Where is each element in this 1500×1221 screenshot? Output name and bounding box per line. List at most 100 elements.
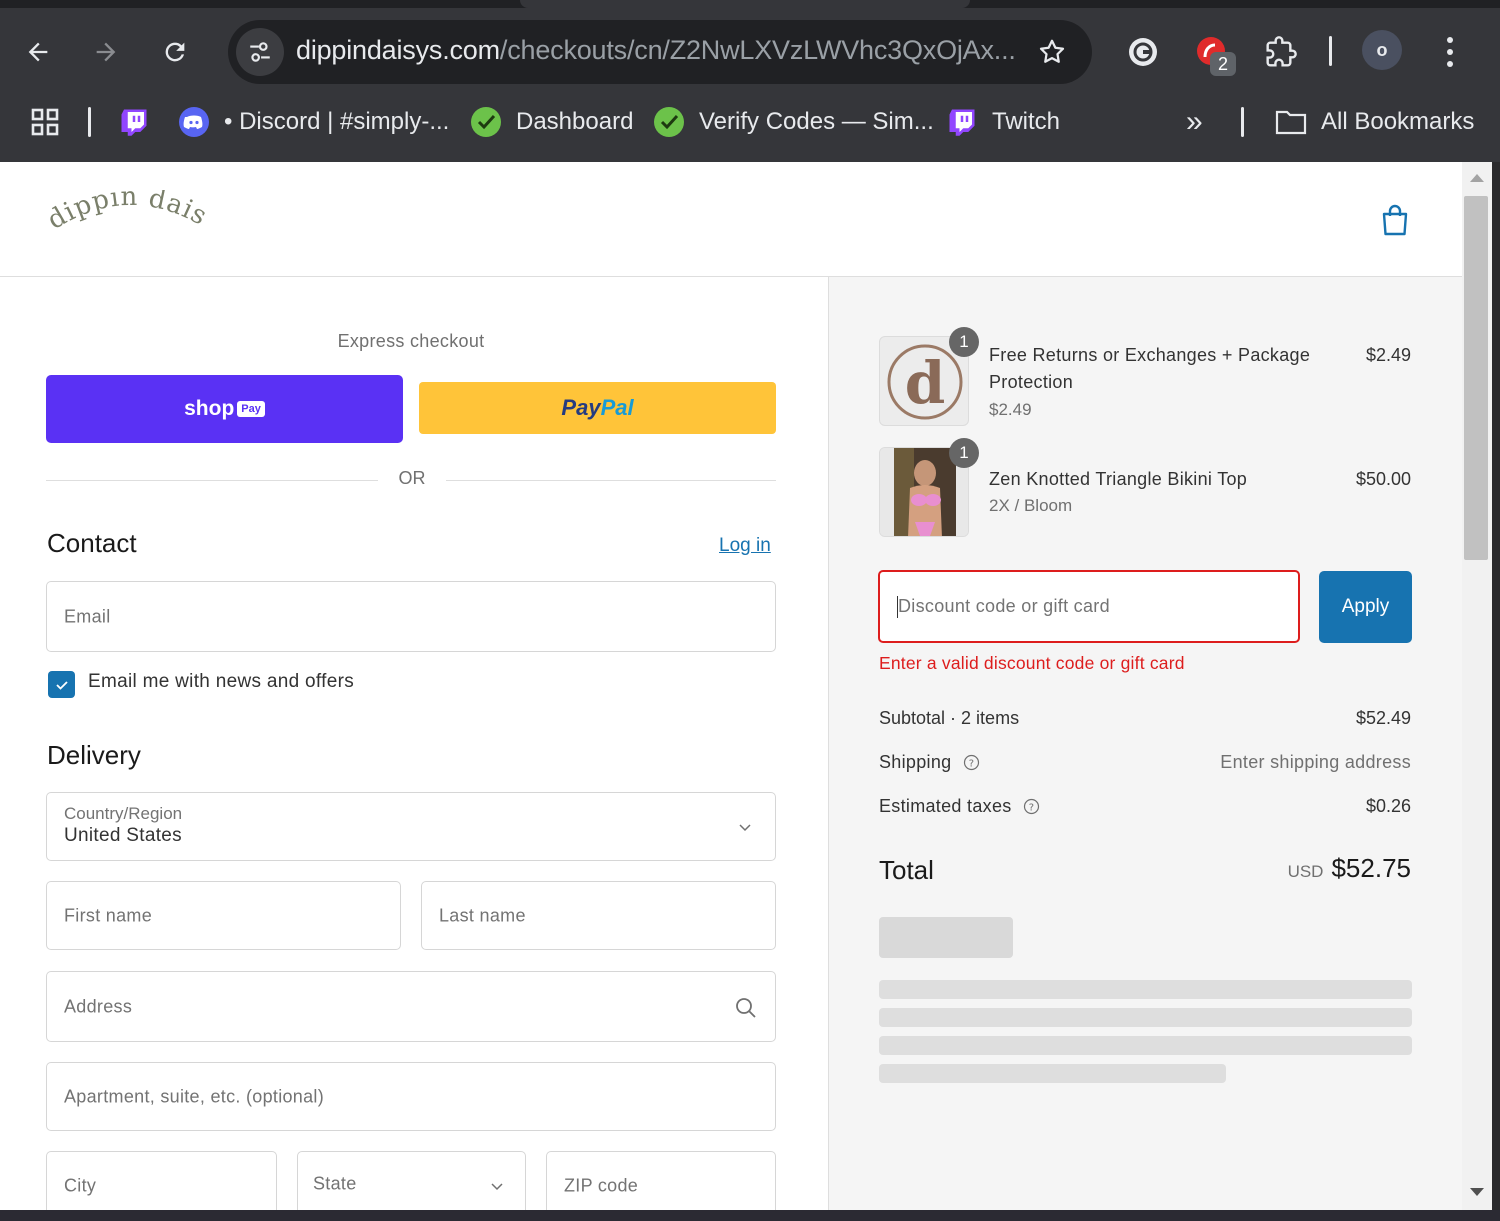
scrollbar-thumb[interactable] <box>1464 196 1488 560</box>
address-field[interactable]: Address <box>46 971 776 1042</box>
loading-skeleton <box>879 1008 1412 1027</box>
newsletter-checkbox[interactable] <box>48 671 75 698</box>
bookmark-star-button[interactable] <box>1030 30 1074 74</box>
paypal-button[interactable]: PayPal <box>419 382 776 434</box>
tab-strip <box>0 0 1500 8</box>
shop-pay-button[interactable]: shop Pay <box>46 375 403 443</box>
apps-grid-icon <box>31 108 59 136</box>
last-name-field[interactable]: Last name <box>421 881 776 950</box>
login-link[interactable]: Log in <box>719 535 771 557</box>
state-placeholder: State <box>313 1173 357 1194</box>
window-edge <box>0 1210 1500 1221</box>
store-logo[interactable]: dippin daisys <box>37 167 216 250</box>
browser-menu-button[interactable] <box>1430 28 1470 76</box>
twitch-icon <box>118 106 150 138</box>
total-label: Total <box>879 855 934 885</box>
apply-discount-button[interactable]: Apply <box>1319 571 1412 643</box>
shipping-value: Enter shipping address <box>1220 752 1411 772</box>
discount-error-message: Enter a valid discount code or gift card <box>879 653 1185 673</box>
city-field[interactable]: City <box>46 1151 277 1210</box>
bookmark-twitch[interactable]: Twitch <box>946 100 1060 144</box>
checkmark-icon <box>55 680 68 690</box>
bookmark-label: All Bookmarks <box>1321 108 1475 135</box>
browser-chrome: dippindaisys.com/checkouts/cn/Z2NwLXVzLW… <box>0 0 1500 162</box>
help-circle-icon[interactable]: ? <box>963 754 980 771</box>
url-text[interactable]: dippindaisys.com/checkouts/cn/Z2NwLXVzLW… <box>296 35 1016 66</box>
bookmark-label: Twitch <box>992 108 1061 135</box>
chevron-down-icon <box>739 824 751 832</box>
star-icon <box>1039 39 1065 63</box>
chevron-down-icon <box>491 1183 503 1191</box>
shipping-label: Shipping ? <box>879 752 980 773</box>
extensions-menu-button[interactable] <box>1257 28 1305 76</box>
bookmarks-divider <box>1241 107 1244 137</box>
first-name-field[interactable]: First name <box>46 881 401 950</box>
taxes-label-text: Estimated taxes <box>879 796 1012 816</box>
extension-g-icon <box>1129 38 1157 66</box>
extension-grammar-button[interactable] <box>1119 28 1167 76</box>
apps-button[interactable] <box>30 100 60 144</box>
contact-heading: Contact <box>47 528 137 558</box>
apply-label: Apply <box>1341 596 1390 617</box>
folder-icon <box>1275 106 1307 138</box>
subtotal-label: Subtotal · 2 items <box>879 708 1020 728</box>
bookmark-discord[interactable]: • Discord | #simply-... <box>178 100 449 144</box>
shopping-bag-icon <box>1382 204 1408 236</box>
reload-button[interactable] <box>151 28 199 76</box>
arrow-right-icon <box>96 42 116 62</box>
checkmark-badge-icon <box>470 106 502 138</box>
site-info-button[interactable] <box>236 28 284 76</box>
more-bookmarks-button[interactable]: » <box>1186 100 1203 144</box>
state-select[interactable]: State <box>297 1151 526 1210</box>
discord-icon <box>178 106 210 138</box>
puzzle-icon <box>1266 36 1297 67</box>
back-button[interactable] <box>14 28 62 76</box>
chevron-double-right-icon: » <box>1186 105 1203 138</box>
order-summary: d 1 Free Returns or Exchanges + Package … <box>828 277 1462 1210</box>
forward-button[interactable] <box>82 28 130 76</box>
svg-text:d: d <box>905 349 946 417</box>
newsletter-label[interactable]: Email me with news and offers <box>88 671 354 693</box>
loading-skeleton <box>879 917 1013 958</box>
all-bookmarks-button[interactable]: All Bookmarks <box>1275 100 1474 144</box>
taxes-value: $0.26 <box>1365 796 1411 816</box>
page-scrollbar[interactable] <box>1462 162 1492 1210</box>
email-field[interactable]: Email <box>46 581 776 652</box>
item-price: $2.49 <box>1365 345 1411 365</box>
cart-bag-button[interactable] <box>1378 202 1412 238</box>
dippin-daisys-logo: dippin daisys <box>37 167 211 236</box>
discount-code-field[interactable]: Discount code or gift card <box>878 570 1300 643</box>
country-select[interactable]: Country/Region United States <box>46 792 776 861</box>
help-circle-icon[interactable]: ? <box>1023 798 1040 815</box>
arrow-left-icon <box>28 42 48 62</box>
bookmark-twitch-icon-only[interactable] <box>118 100 164 144</box>
country-label: Country/Region <box>64 804 183 823</box>
tune-icon <box>250 42 270 62</box>
city-placeholder: City <box>64 1175 97 1196</box>
svg-text:?: ? <box>1029 803 1035 814</box>
active-tab[interactable] <box>520 0 970 8</box>
reload-icon <box>165 42 185 62</box>
paypal-wordmark-pal: Pal <box>600 395 634 420</box>
taxes-label: Estimated taxes ? <box>879 796 1040 817</box>
bookmark-verify-codes[interactable]: Verify Codes — Sim... <box>653 100 934 144</box>
url-host: dippindaisys.com <box>296 35 500 65</box>
url-path: /checkouts/cn/Z2NwLXVzLWVhc3QxOjAx... <box>499 35 1016 65</box>
address-placeholder: Address <box>64 996 133 1016</box>
scroll-up-arrow-icon[interactable] <box>1470 174 1484 182</box>
last-name-placeholder: Last name <box>439 905 526 925</box>
profile-avatar[interactable]: o <box>1362 30 1402 70</box>
extension-badge-button[interactable]: 2 <box>1188 28 1236 76</box>
bookmarks-divider <box>88 107 91 137</box>
total-value: $52.75 <box>1331 853 1411 883</box>
bookmark-dashboard[interactable]: Dashboard <box>470 100 633 144</box>
loading-skeleton <box>879 1036 1412 1055</box>
window-edge <box>1492 162 1500 1221</box>
bookmark-label: Verify Codes — Sim... <box>699 108 934 135</box>
apartment-field[interactable]: Apartment, suite, etc. (optional) <box>46 1062 776 1131</box>
search-icon <box>736 998 756 1018</box>
quantity-badge: 1 <box>949 327 979 357</box>
address-bar[interactable]: dippindaisys.com/checkouts/cn/Z2NwLXVzLW… <box>228 20 1092 84</box>
scroll-down-arrow-icon[interactable] <box>1470 1188 1484 1196</box>
zip-field[interactable]: ZIP code <box>546 1151 776 1210</box>
